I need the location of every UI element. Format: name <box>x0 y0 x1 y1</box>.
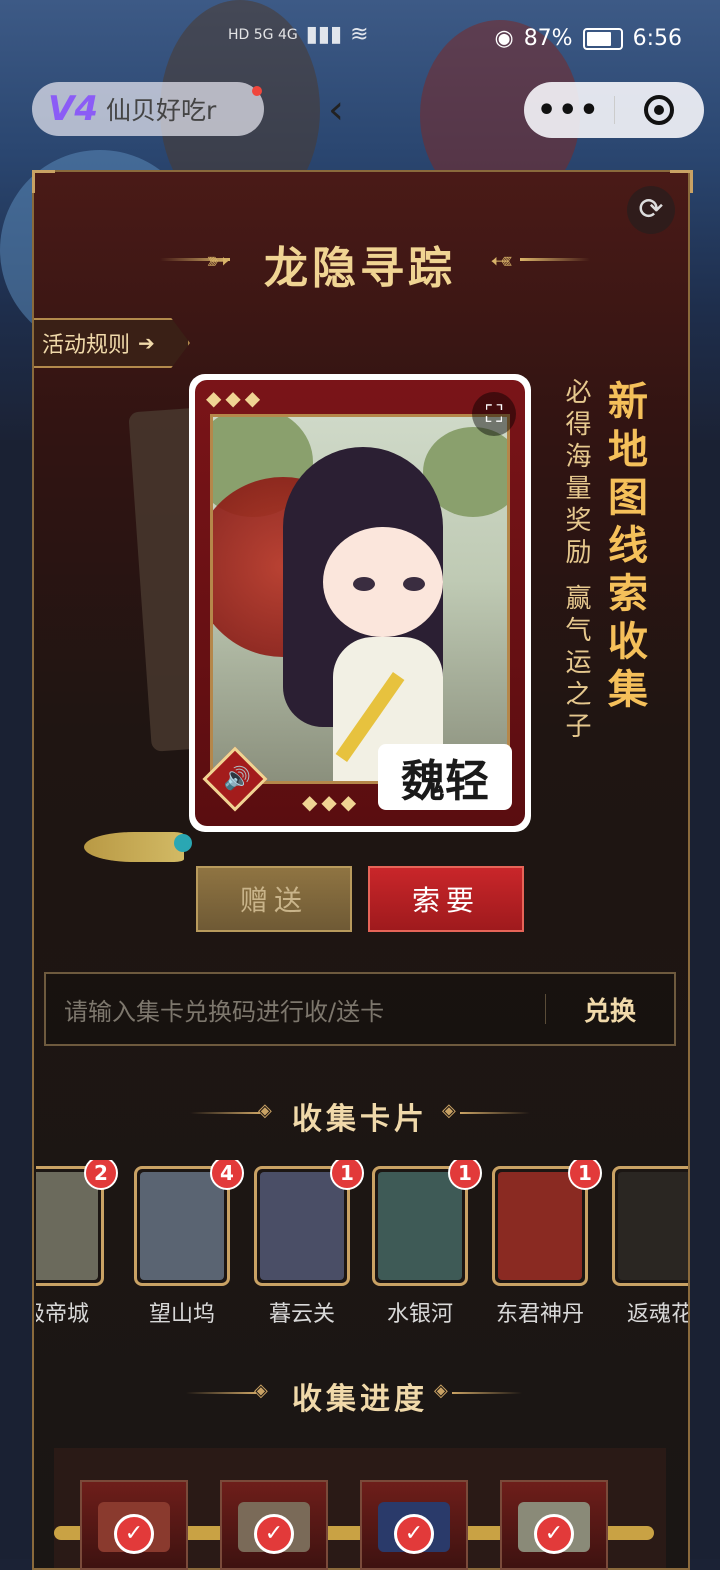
status-right: ◉ 87% 6:56 <box>494 26 682 51</box>
gift-label: 赠送 <box>239 884 308 917</box>
card-count-badge: 4 <box>210 1160 244 1190</box>
back-button[interactable]: ‹ <box>316 88 356 132</box>
battery-fill <box>586 31 611 46</box>
redeem-code-input[interactable]: 请输入集卡兑换码进行收/送卡 <box>46 992 545 1027</box>
art-face <box>323 527 443 637</box>
progress-title: 收集进度 <box>292 1382 428 1417</box>
card-diamonds-top: ◆◆◆ <box>206 386 265 410</box>
collect-cards-title: 收集卡片 <box>292 1102 428 1137</box>
wifi-icon: ≋ <box>350 22 369 47</box>
collect-card[interactable] <box>612 1166 688 1286</box>
page-title: 龙隐寻踪 <box>264 243 456 294</box>
more-dots-icon: ••• <box>536 92 601 128</box>
status-bar: HD 5G 4G ▮▮▮ ≋ ◉ 87% 6:56 <box>0 22 720 58</box>
card-diamonds-bottom: ◆◆◆ <box>302 790 361 814</box>
title-arrow-left-icon: ➳ <box>206 244 230 277</box>
battery-icon <box>582 27 623 50</box>
fullscreen-button[interactable]: ⛶ <box>472 392 516 436</box>
collect-card-label: 极帝城 <box>36 1302 89 1327</box>
target-close-icon <box>644 95 675 125</box>
ask-button[interactable]: 索要 <box>368 866 524 932</box>
ask-label: 索要 <box>411 884 480 917</box>
promo-title: 新地图线索收集 <box>601 380 648 716</box>
collect-card-image <box>498 1172 582 1280</box>
tassel-bead <box>174 834 192 852</box>
section-diamond-icon: ◈ <box>442 1100 456 1121</box>
collect-card-label: 东君神丹 <box>495 1302 584 1327</box>
check-icon: ✓ <box>394 1514 434 1554</box>
tassel-decoration <box>84 832 184 862</box>
capsule-menu: ••• <box>524 82 704 138</box>
promo-subtitle: 必得海量奖励 赢气运之子 <box>561 378 591 745</box>
app-name: 仙贝好吃r <box>105 96 217 125</box>
check-icon: ✓ <box>114 1514 154 1554</box>
card-count-badge: 1 <box>330 1160 364 1190</box>
section-diamond-icon: ◈ <box>434 1380 448 1401</box>
card-count-badge: 1 <box>568 1160 602 1190</box>
activity-rules-button[interactable]: 活动规则 ➔ <box>34 318 190 368</box>
rules-label: 活动规则 <box>42 333 131 358</box>
refresh-button[interactable]: ⟳ <box>627 186 675 234</box>
network-text: HD 5G 4G <box>228 26 298 43</box>
section-line-right <box>452 1392 522 1394</box>
more-button[interactable]: ••• <box>524 93 614 128</box>
character-illustration <box>210 414 510 784</box>
collect-card-image <box>618 1172 688 1280</box>
title-arrow-right-icon: ➳ <box>490 244 514 277</box>
app-logo: V4 <box>48 89 98 129</box>
battery-percent: 87% <box>523 26 573 51</box>
collect-card-image <box>260 1172 344 1280</box>
signal-icon: ▮▮▮ <box>305 22 343 47</box>
fullscreen-icon: ⛶ <box>485 400 503 428</box>
collect-card-label: 望山坞 <box>148 1302 215 1327</box>
card-name-tag: 魏轻 <box>378 744 512 810</box>
refresh-icon: ⟳ <box>638 192 664 227</box>
card-count-badge: 1 <box>448 1160 482 1190</box>
redeem-button[interactable]: 兑换 <box>546 991 674 1028</box>
art-eye <box>353 577 375 591</box>
notification-dot <box>252 86 262 96</box>
panel-corner <box>32 170 55 193</box>
clock: 6:56 <box>632 26 682 51</box>
card-name: 魏轻 <box>401 756 489 807</box>
close-button[interactable] <box>615 95 705 125</box>
art-eye <box>403 577 425 591</box>
collect-card-label: 水银河 <box>386 1302 453 1327</box>
check-icon: ✓ <box>254 1514 294 1554</box>
title-line-right <box>520 258 590 261</box>
check-icon: ✓ <box>534 1514 574 1554</box>
arrow-right-icon: ➔ <box>138 331 155 355</box>
collect-card-label: 暮云关 <box>268 1302 335 1327</box>
speaker-icon: 🔊 <box>223 766 251 792</box>
redeem-bar: 请输入集卡兑换码进行收/送卡 兑换 <box>44 972 676 1046</box>
chevron-left-icon: ‹ <box>328 87 344 133</box>
collect-card-image <box>36 1172 98 1280</box>
collect-cards-row: 2 极帝城 4 望山坞 1 暮云关 1 水银河 1 东君神丹 返魂花 <box>36 1160 688 1340</box>
collect-card-image <box>140 1172 224 1280</box>
mini-program-pill[interactable]: V4 仙贝好吃r <box>32 82 264 136</box>
eye-icon: ◉ <box>494 26 514 51</box>
panel-corner <box>670 170 693 193</box>
network-indicators: HD 5G 4G ▮▮▮ ≋ <box>228 22 369 47</box>
card-count-badge: 2 <box>84 1160 118 1190</box>
collect-card-label: 返魂花 <box>626 1302 688 1327</box>
section-line-right <box>460 1112 530 1114</box>
collect-card-image <box>378 1172 462 1280</box>
gift-button[interactable]: 赠送 <box>196 866 352 932</box>
